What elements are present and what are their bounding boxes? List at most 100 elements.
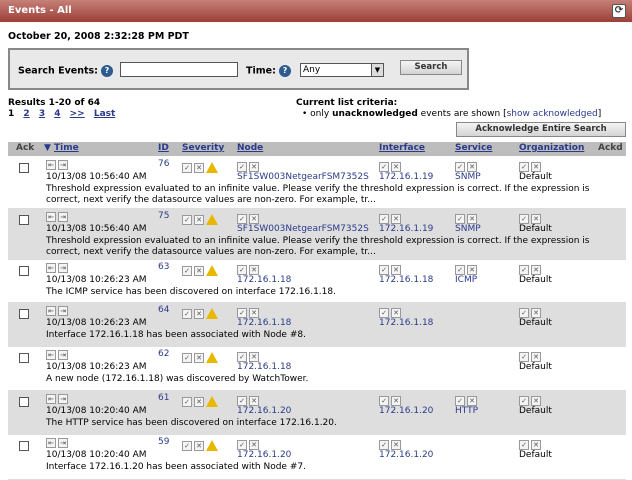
- show-acknowledged-link[interactable]: show acknowledged: [507, 109, 598, 119]
- close-icon[interactable]: ✕: [391, 265, 401, 275]
- check-icon[interactable]: ✓: [182, 396, 192, 407]
- close-icon[interactable]: ✕: [194, 352, 204, 363]
- close-icon[interactable]: ✕: [531, 352, 541, 362]
- check-icon[interactable]: ✓: [182, 162, 192, 173]
- node-link[interactable]: SF1SW003NetgearFSM7352S: [237, 224, 369, 234]
- check-icon[interactable]: ✓: [519, 214, 529, 224]
- close-icon[interactable]: ✕: [467, 396, 477, 406]
- interface-link[interactable]: 172.16.1.19: [379, 224, 433, 234]
- check-icon[interactable]: ✓: [237, 396, 247, 406]
- interface-link[interactable]: 172.16.1.19: [379, 172, 433, 182]
- arrow-left-icon[interactable]: ⇤: [46, 350, 56, 360]
- close-icon[interactable]: ✕: [531, 308, 541, 318]
- check-icon[interactable]: ✓: [379, 162, 389, 172]
- check-icon[interactable]: ✓: [379, 214, 389, 224]
- close-icon[interactable]: ✕: [531, 162, 541, 172]
- arrow-right-icon[interactable]: ⇥: [58, 394, 68, 404]
- help-icon[interactable]: ?: [100, 65, 113, 77]
- check-icon[interactable]: ✓: [379, 308, 389, 318]
- check-icon[interactable]: ✓: [519, 440, 529, 450]
- check-icon[interactable]: ✓: [237, 440, 247, 450]
- event-id-link[interactable]: 59: [158, 437, 169, 447]
- arrow-right-icon[interactable]: ⇥: [58, 306, 68, 316]
- service-link[interactable]: HTTP: [455, 406, 478, 416]
- check-icon[interactable]: ✓: [379, 265, 389, 275]
- close-icon[interactable]: ✕: [249, 396, 259, 406]
- check-icon[interactable]: ✓: [237, 352, 247, 362]
- node-link[interactable]: 172.16.1.18: [237, 362, 291, 372]
- ack-checkbox[interactable]: [19, 215, 29, 225]
- search-input[interactable]: [120, 62, 238, 77]
- check-icon[interactable]: ✓: [182, 308, 192, 319]
- arrow-right-icon[interactable]: ⇥: [58, 350, 68, 360]
- close-icon[interactable]: ✕: [531, 396, 541, 406]
- node-link[interactable]: 172.16.1.18: [237, 275, 291, 285]
- column-interface[interactable]: Interface: [379, 143, 425, 153]
- close-icon[interactable]: ✕: [391, 440, 401, 450]
- check-icon[interactable]: ✓: [182, 352, 192, 363]
- check-icon[interactable]: ✓: [519, 162, 529, 172]
- check-icon[interactable]: ✓: [519, 352, 529, 362]
- page-2-link[interactable]: 2: [23, 109, 29, 119]
- check-icon[interactable]: ✓: [237, 265, 247, 275]
- close-icon[interactable]: ✕: [391, 214, 401, 224]
- ack-checkbox[interactable]: [19, 441, 29, 451]
- interface-link[interactable]: 172.16.1.20: [379, 450, 433, 460]
- arrow-left-icon[interactable]: ⇤: [46, 212, 56, 222]
- check-icon[interactable]: ✓: [182, 214, 192, 225]
- ack-checkbox[interactable]: [19, 266, 29, 276]
- arrow-left-icon[interactable]: ⇤: [46, 160, 56, 170]
- close-icon[interactable]: ✕: [391, 162, 401, 172]
- close-icon[interactable]: ✕: [531, 440, 541, 450]
- service-link[interactable]: ICMP: [455, 275, 477, 285]
- event-id-link[interactable]: 64: [158, 305, 169, 315]
- column-severity[interactable]: Severity: [182, 143, 224, 153]
- arrow-left-icon[interactable]: ⇤: [46, 306, 56, 316]
- interface-link[interactable]: 172.16.1.18: [379, 275, 433, 285]
- page-4-link[interactable]: 4: [54, 109, 60, 119]
- ack-checkbox[interactable]: [19, 163, 29, 173]
- arrow-right-icon[interactable]: ⇥: [58, 438, 68, 448]
- close-icon[interactable]: ✕: [249, 352, 259, 362]
- close-icon[interactable]: ✕: [531, 214, 541, 224]
- check-icon[interactable]: ✓: [519, 265, 529, 275]
- event-id-link[interactable]: 63: [158, 262, 169, 272]
- check-icon[interactable]: ✓: [519, 308, 529, 318]
- close-icon[interactable]: ✕: [194, 440, 204, 451]
- close-icon[interactable]: ✕: [194, 308, 204, 319]
- interface-link[interactable]: 172.16.1.20: [379, 406, 433, 416]
- close-icon[interactable]: ✕: [467, 162, 477, 172]
- column-time[interactable]: Time: [54, 143, 79, 153]
- check-icon[interactable]: ✓: [237, 214, 247, 224]
- check-icon[interactable]: ✓: [182, 265, 192, 276]
- column-organization[interactable]: Organization: [519, 143, 584, 153]
- service-link[interactable]: SNMP: [455, 224, 481, 234]
- arrow-right-icon[interactable]: ⇥: [58, 212, 68, 222]
- close-icon[interactable]: ✕: [249, 265, 259, 275]
- close-icon[interactable]: ✕: [531, 265, 541, 275]
- next-pages-link[interactable]: >>: [70, 109, 85, 119]
- column-id[interactable]: ID: [158, 143, 169, 153]
- close-icon[interactable]: ✕: [467, 265, 477, 275]
- event-id-link[interactable]: 61: [158, 393, 169, 403]
- refresh-icon[interactable]: ⟳: [612, 4, 626, 18]
- arrow-right-icon[interactable]: ⇥: [58, 263, 68, 273]
- close-icon[interactable]: ✕: [467, 214, 477, 224]
- search-button[interactable]: Search: [400, 60, 462, 75]
- check-icon[interactable]: ✓: [455, 214, 465, 224]
- event-id-link[interactable]: 75: [158, 211, 169, 221]
- check-icon[interactable]: ✓: [237, 162, 247, 172]
- ack-checkbox[interactable]: [19, 353, 29, 363]
- node-link[interactable]: 172.16.1.20: [237, 406, 291, 416]
- arrow-left-icon[interactable]: ⇤: [46, 263, 56, 273]
- node-link[interactable]: 172.16.1.20: [237, 450, 291, 460]
- event-id-link[interactable]: 62: [158, 349, 169, 359]
- node-link[interactable]: SF1SW003NetgearFSM7352S: [237, 172, 369, 182]
- close-icon[interactable]: ✕: [391, 396, 401, 406]
- close-icon[interactable]: ✕: [194, 162, 204, 173]
- check-icon[interactable]: ✓: [379, 396, 389, 406]
- check-icon[interactable]: ✓: [519, 396, 529, 406]
- close-icon[interactable]: ✕: [249, 440, 259, 450]
- check-icon[interactable]: ✓: [379, 440, 389, 450]
- close-icon[interactable]: ✕: [391, 308, 401, 318]
